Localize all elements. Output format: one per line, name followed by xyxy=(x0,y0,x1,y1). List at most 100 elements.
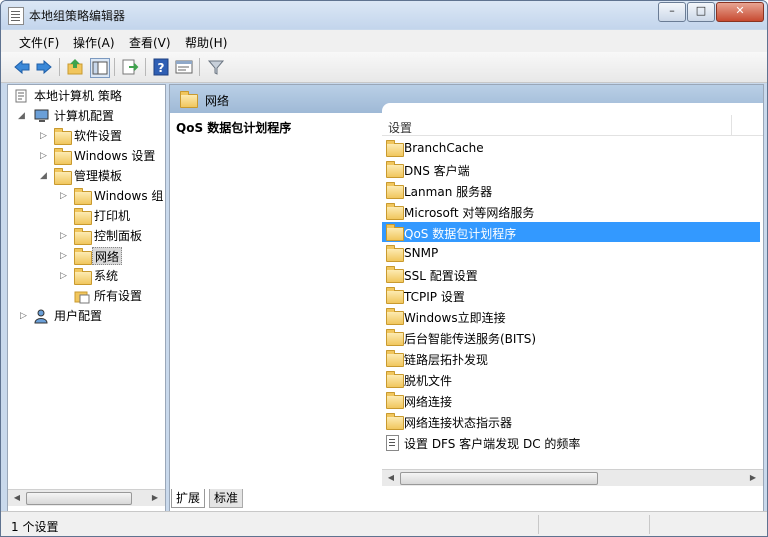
status-bar: 1 个设置 xyxy=(1,511,767,536)
folder-icon xyxy=(386,182,404,199)
list-item[interactable]: 后台智能传送服务(BITS) xyxy=(382,327,760,347)
filter-icon[interactable] xyxy=(207,58,225,76)
collapse-icon[interactable]: ◢ xyxy=(40,167,47,185)
menu-help[interactable]: 帮助(H) xyxy=(185,34,227,51)
expand-icon[interactable]: ▷ xyxy=(60,187,67,205)
title-bar: 本地组策略编辑器 – □ ✕ xyxy=(1,1,767,29)
list-item[interactable]: 网络连接 xyxy=(382,390,760,410)
window: 本地组策略编辑器 – □ ✕ 文件(F) 操作(A) 查看(V) 帮助(H) ?… xyxy=(0,0,768,537)
folder-icon xyxy=(74,268,92,285)
list-item[interactable]: SSL 配置设置 xyxy=(382,264,760,284)
collapse-icon[interactable]: ◢ xyxy=(18,107,25,125)
folder-icon xyxy=(54,148,72,165)
description-title: QoS 数据包计划程序 xyxy=(176,121,292,135)
expand-icon[interactable]: ▷ xyxy=(40,127,47,145)
up-folder-icon[interactable] xyxy=(67,58,85,76)
tree-item-label: 打印机 xyxy=(94,209,131,223)
details-header-title: 网络 xyxy=(205,94,230,108)
column-header-label: 设置 xyxy=(388,121,413,135)
list-item[interactable]: 脱机文件 xyxy=(382,369,760,389)
scrollbar-thumb[interactable] xyxy=(400,472,598,485)
folder-icon xyxy=(386,224,404,241)
list-item[interactable]: SNMP xyxy=(382,243,760,263)
folder-icon xyxy=(74,208,92,225)
list-item[interactable]: 设置 DFS 客户端发现 DC 的频率 xyxy=(382,432,760,452)
list-item[interactable]: Lanman 服务器 xyxy=(382,180,760,200)
tab-extended[interactable]: 扩展 xyxy=(171,489,206,508)
window-title: 本地组策略编辑器 xyxy=(29,9,126,23)
tree-item-label: Windows 设置 xyxy=(74,149,156,163)
computer-icon xyxy=(34,109,49,122)
menu-action[interactable]: 操作(A) xyxy=(73,34,115,51)
column-divider[interactable] xyxy=(731,115,732,135)
forward-arrow-icon[interactable] xyxy=(35,58,53,76)
tree-item-label: 软件设置 xyxy=(74,129,123,143)
expand-icon[interactable]: ▷ xyxy=(60,247,67,265)
folder-icon xyxy=(386,329,404,346)
expand-icon[interactable]: ▷ xyxy=(60,227,67,245)
tree-pane: 本地计算机 策略 ◢ 计算机配置 ▷ 软件设置 ▷ Windows 设置 ◢ 管… xyxy=(7,84,166,512)
folder-icon xyxy=(386,308,404,325)
scroll-left-icon[interactable]: ◀ xyxy=(384,471,398,485)
folder-icon xyxy=(386,245,404,262)
expand-icon[interactable]: ▷ xyxy=(40,147,47,165)
tree-item-label: Windows 组 xyxy=(94,189,164,203)
expand-icon[interactable]: ▷ xyxy=(20,307,27,325)
scroll-left-icon[interactable]: ◀ xyxy=(10,491,24,505)
toolbar: ? xyxy=(1,52,767,83)
settings-list: 设置 BranchCache DNS 客户端 Lanman 服务器 Micros… xyxy=(382,103,763,493)
list-item[interactable]: 网络连接状态指示器 xyxy=(382,411,760,431)
folder-icon xyxy=(386,161,404,178)
details-pane: 网络 QoS 数据包计划程序 设置 BranchCache DNS 客户端 La… xyxy=(169,84,764,512)
tree-item-label: 本地计算机 策略 xyxy=(34,89,122,103)
show-hide-tree-icon[interactable] xyxy=(90,58,110,78)
tree-horizontal-scrollbar[interactable]: ◀ ▶ xyxy=(8,489,165,506)
list-item[interactable]: BranchCache xyxy=(382,138,760,158)
minimize-button[interactable]: – xyxy=(658,2,686,22)
scroll-right-icon[interactable]: ▶ xyxy=(148,491,162,505)
list-item[interactable]: Windows立即连接 xyxy=(382,306,760,326)
tree-item-label: 计算机配置 xyxy=(54,109,115,123)
policy-document-icon xyxy=(15,89,27,103)
folder-icon xyxy=(386,266,404,283)
tree-item-label: 用户配置 xyxy=(54,309,103,323)
folder-open-icon xyxy=(54,168,72,185)
menu-file[interactable]: 文件(F) xyxy=(19,34,59,51)
view-tabs: 扩展 标准 xyxy=(169,489,249,509)
list-horizontal-scrollbar[interactable]: ◀ ▶ xyxy=(382,469,763,486)
all-settings-icon xyxy=(74,291,90,304)
back-arrow-icon[interactable] xyxy=(13,58,31,76)
tree-item-label: 控制面板 xyxy=(94,229,143,243)
menu-bar: 文件(F) 操作(A) 查看(V) 帮助(H) xyxy=(1,30,767,52)
folder-icon xyxy=(386,140,404,157)
status-divider xyxy=(538,515,539,534)
folder-icon xyxy=(54,128,72,145)
list-item[interactable]: TCPIP 设置 xyxy=(382,285,760,305)
menu-view[interactable]: 查看(V) xyxy=(129,34,171,51)
export-list-icon[interactable] xyxy=(121,58,139,76)
tree-item-label: 管理模板 xyxy=(74,169,123,183)
properties-icon[interactable] xyxy=(175,58,193,76)
list-item[interactable]: Microsoft 对等网络服务 xyxy=(382,201,760,221)
toolbar-separator xyxy=(114,58,115,76)
folder-icon xyxy=(386,413,404,430)
maximize-button[interactable]: □ xyxy=(687,2,715,22)
help-icon[interactable]: ? xyxy=(152,58,170,76)
expand-icon[interactable]: ▷ xyxy=(60,267,67,285)
list-item[interactable]: DNS 客户端 xyxy=(382,159,760,179)
scrollbar-thumb[interactable] xyxy=(26,492,132,505)
tab-standard[interactable]: 标准 xyxy=(209,489,244,508)
folder-icon xyxy=(386,287,404,304)
folder-icon xyxy=(386,350,404,367)
list-item-selected[interactable]: QoS 数据包计划程序 xyxy=(382,222,760,242)
folder-icon xyxy=(74,188,92,205)
folder-icon xyxy=(386,392,404,409)
column-header-settings[interactable]: 设置 xyxy=(382,115,763,136)
list-item[interactable]: 链路层拓扑发现 xyxy=(382,348,760,368)
close-button[interactable]: ✕ xyxy=(716,2,764,22)
scroll-right-icon[interactable]: ▶ xyxy=(746,471,760,485)
user-icon xyxy=(34,309,48,324)
policy-setting-icon xyxy=(386,435,399,451)
tree-item-label: 网络 xyxy=(92,247,123,265)
toolbar-separator xyxy=(59,58,60,76)
